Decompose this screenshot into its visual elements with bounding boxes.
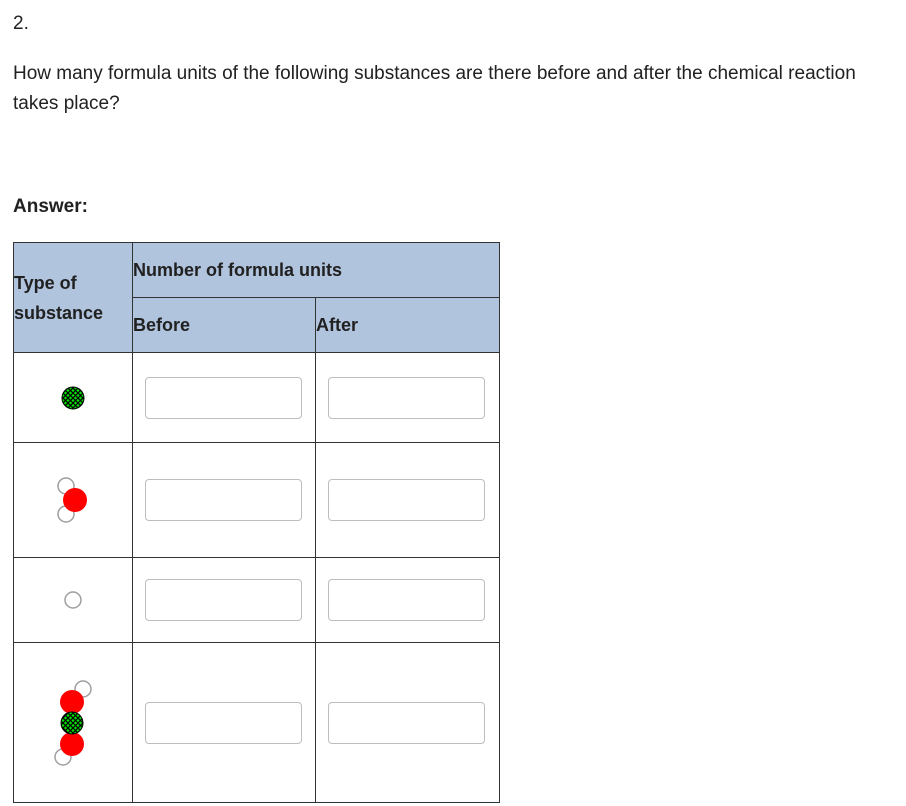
h-o-x-o-h-molecule-icon	[54, 679, 92, 766]
before-cell	[132, 557, 316, 643]
answer-label: Answer:	[13, 196, 88, 217]
table-row	[13, 442, 501, 558]
before-cell	[132, 642, 316, 803]
after-input[interactable]	[328, 579, 485, 621]
before-input[interactable]	[145, 376, 302, 419]
substance-cell	[13, 352, 133, 443]
white-atom-icon	[64, 591, 82, 609]
substance-cell	[13, 442, 133, 558]
before-cell	[132, 352, 316, 443]
after-cell	[314, 557, 501, 643]
before-header: Before	[132, 297, 316, 353]
formula-units-header: Number of formula units	[131, 242, 501, 298]
after-input[interactable]	[328, 479, 485, 521]
substance-cell	[13, 557, 133, 643]
green-atom-icon	[61, 386, 85, 409]
table-row	[13, 352, 501, 443]
table-row	[13, 557, 501, 643]
answer-table: Type of substance Number of formula unit…	[13, 242, 501, 803]
after-input[interactable]	[328, 701, 485, 744]
question-text: How many formula units of the following …	[13, 63, 856, 114]
after-cell	[314, 442, 501, 558]
before-cell	[132, 442, 316, 558]
after-input[interactable]	[328, 376, 485, 419]
table-row	[13, 642, 501, 803]
question-number: 2.	[13, 13, 29, 34]
substance-cell	[13, 642, 133, 803]
before-input[interactable]	[145, 579, 302, 621]
type-of-substance-header: Type of substance	[13, 242, 133, 353]
before-input[interactable]	[145, 701, 302, 744]
before-input[interactable]	[145, 479, 302, 521]
water-molecule-icon	[57, 477, 87, 523]
after-cell	[314, 352, 501, 443]
after-cell	[314, 642, 501, 803]
after-header: After	[314, 297, 501, 353]
